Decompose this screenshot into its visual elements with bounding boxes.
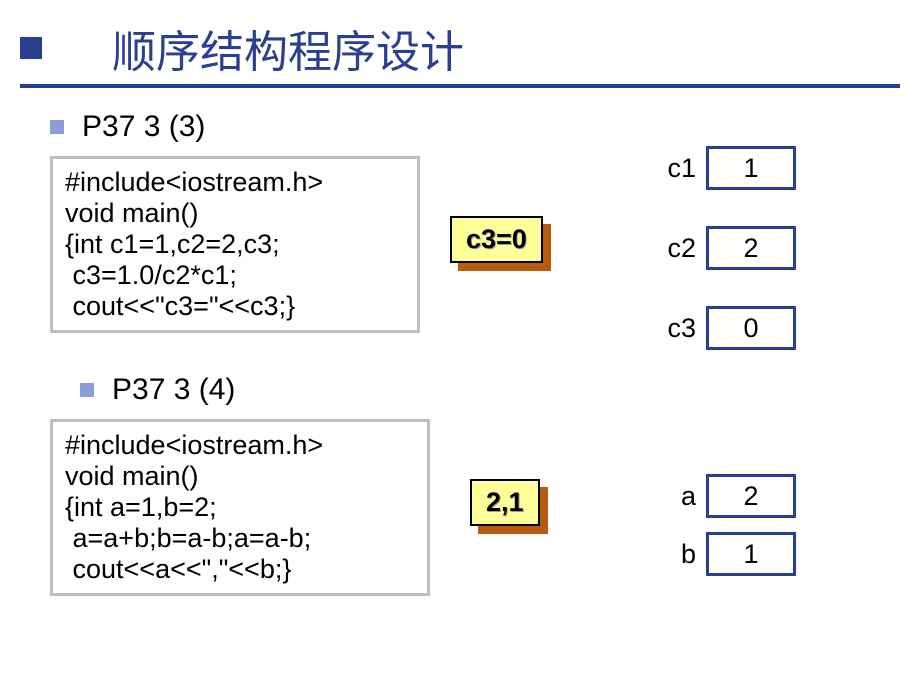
var-label-c1: c1 — [660, 153, 696, 184]
result-badge-2: 2,1 — [470, 479, 540, 526]
bullet-square-icon — [80, 383, 94, 397]
code-box-1: #include<iostream.h> void main() {int c1… — [50, 156, 420, 333]
slide-title: 顺序结构程序设计 — [112, 16, 464, 80]
var-label-c3: c3 — [660, 313, 696, 344]
bullet-section1: P37 3 (3) — [50, 110, 900, 144]
result-badge-1: c3=0 — [450, 216, 543, 263]
var-row-c2: c2 2 — [660, 226, 796, 270]
var-row-c3: c3 0 — [660, 306, 796, 350]
var-box-a: 2 — [706, 474, 796, 518]
result-text-2: 2,1 — [470, 479, 540, 526]
var-label-a: a — [660, 481, 696, 512]
bullet-text-1: P37 3 (3) — [82, 110, 205, 144]
bullet-text-2: P37 3 (4) — [112, 373, 235, 407]
slide-title-bar: 顺序结构程序设计 — [20, 8, 900, 88]
var-row-b: b 1 — [660, 532, 796, 576]
var-box-c2: 2 — [706, 226, 796, 270]
var-row-a: a 2 — [660, 474, 796, 518]
title-square-icon — [20, 37, 42, 59]
var-box-b: 1 — [706, 532, 796, 576]
bullet-square-icon — [50, 120, 64, 134]
var-label-b: b — [660, 539, 696, 570]
result-text-1: c3=0 — [450, 216, 543, 263]
var-label-c2: c2 — [660, 233, 696, 264]
var-box-c3: 0 — [706, 306, 796, 350]
var-row-c1: c1 1 — [660, 146, 796, 190]
slide-content: P37 3 (3) #include<iostream.h> void main… — [50, 110, 900, 670]
title-underline — [20, 84, 900, 88]
var-box-c1: 1 — [706, 146, 796, 190]
code-box-2: #include<iostream.h> void main() {int a=… — [50, 419, 430, 596]
